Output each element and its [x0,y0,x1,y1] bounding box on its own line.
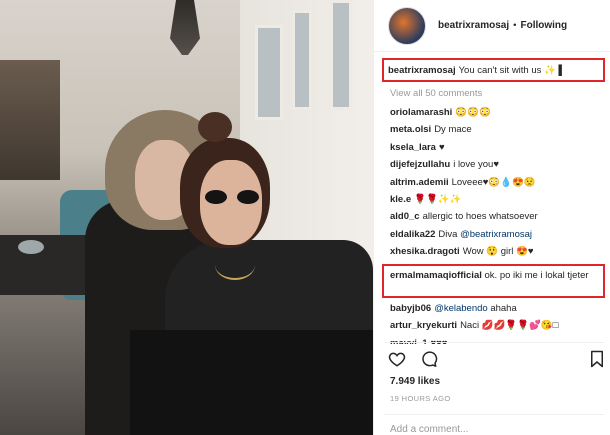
comment-username[interactable]: altrim.ademii [390,177,449,188]
avatar[interactable] [388,6,426,45]
comment-text: allergic to hoes whatsoever [422,211,538,223]
separator-dot: • [513,20,517,31]
post-photo[interactable] [0,0,373,435]
background-window [292,10,312,110]
comment-text: Diva [438,228,458,240]
sunglasses [205,190,259,204]
list-item: babyjb06 @kelabendo ahaha [390,300,605,317]
list-item: meta.olsi Dy mace [390,121,605,138]
comment-list-lower: babyjb06 @kelabendo ahaha artur_kryekurti… [390,300,605,344]
comment-bubble-icon[interactable] [420,350,438,368]
comment-mention[interactable]: @kelabendo [434,303,488,314]
comment-text: ahaha [490,303,517,314]
comment-username[interactable]: babyjb06 [390,303,431,314]
comment-username[interactable]: dijefejzullahu [390,159,450,170]
list-item: kle.e 🌹🌹✨✨ [390,191,605,208]
view-all-comments-link[interactable]: View all 50 comments [390,88,482,99]
comment-text: 😳😳😳 [455,107,491,118]
divider [384,414,604,415]
list-item: altrim.ademii Loveee♥😳💧😍😟 [390,174,605,191]
list-item: eldalika22 Diva @beatrixramosaj [390,226,605,243]
action-bar [388,350,438,368]
bookmark-icon[interactable] [588,350,606,368]
caption-username[interactable]: beatrixramosaj [388,65,456,76]
comment-list: oriolamarashi 😳😳😳 meta.olsi Dy mace ksela_… [390,104,605,261]
comment-username[interactable]: kle.e [390,194,411,205]
background-window [255,25,283,120]
post-sidebar: beatrixramosaj • Following beatrixramosa… [373,0,610,435]
comment-username[interactable]: meta.olsi [390,124,431,135]
list-item: ksela_lara ♥ [390,139,605,156]
background-awning [0,60,60,180]
list-item: ald0_c allergic to hoes whatsoever [390,208,605,225]
following-button[interactable]: Following [520,20,567,31]
comment-mention[interactable]: @beatrixramosaj [460,229,532,240]
caption-highlight: beatrixramosaj You can't sit with us ✨ ▌ [382,58,605,82]
list-item: dijefejzullahu i love you♥ [390,156,605,173]
comment-text: i love you♥ [453,159,499,171]
comment-username[interactable]: ksela_lara [390,142,436,153]
background-window [330,0,352,110]
list-item: oriolamarashi 😳😳😳 [390,104,605,121]
highlighted-comment: ermalmamaqiofficial ok. po iki me i loka… [382,264,605,298]
comment-text: 🌹🌹✨✨ [414,193,462,205]
comment-text: Dy mace [434,124,472,136]
list-item: artur_kryekurti Naci 💋💋🌹🌹💕😘□ [390,317,605,334]
comment-username[interactable]: xhesika.dragoti [390,246,460,257]
comment-username[interactable]: eldalika22 [390,229,435,240]
hanging-lamp [170,0,200,55]
divider [384,342,604,343]
comment-text: ok. po iki me i lokal tjeter [484,270,589,281]
necklace [215,250,255,280]
post-timestamp: 19 HOURS AGO [390,394,451,403]
header-username[interactable]: beatrixramosaj [438,20,509,31]
caption-text: You can't sit with us ✨ ▌ [458,64,566,76]
comment-username[interactable]: oriolamarashi [390,107,452,118]
glass [18,240,44,254]
person-right-hair-bun [198,112,232,142]
legs [130,330,373,435]
comment-text: Wow 😲 girl 😍♥ [462,246,534,258]
comment-username[interactable]: ermalmamaqiofficial [390,270,482,281]
comment-username[interactable]: artur_kryekurti [390,320,457,331]
list-item: xhesika.dragoti Wow 😲 girl 😍♥ [390,243,605,260]
post-header: beatrixramosaj • Following [374,0,610,52]
like-count[interactable]: 7.949 likes [390,376,440,387]
comment-text: Loveee♥😳💧😍😟 [451,176,536,188]
comment-username[interactable]: ald0_c [390,211,420,222]
heart-icon[interactable] [388,350,406,368]
comment-text: Naci 💋💋🌹🌹💕😘□ [460,320,559,332]
add-comment-input[interactable]: Add a comment... [390,424,468,435]
comment-text: ♥ [438,141,445,153]
